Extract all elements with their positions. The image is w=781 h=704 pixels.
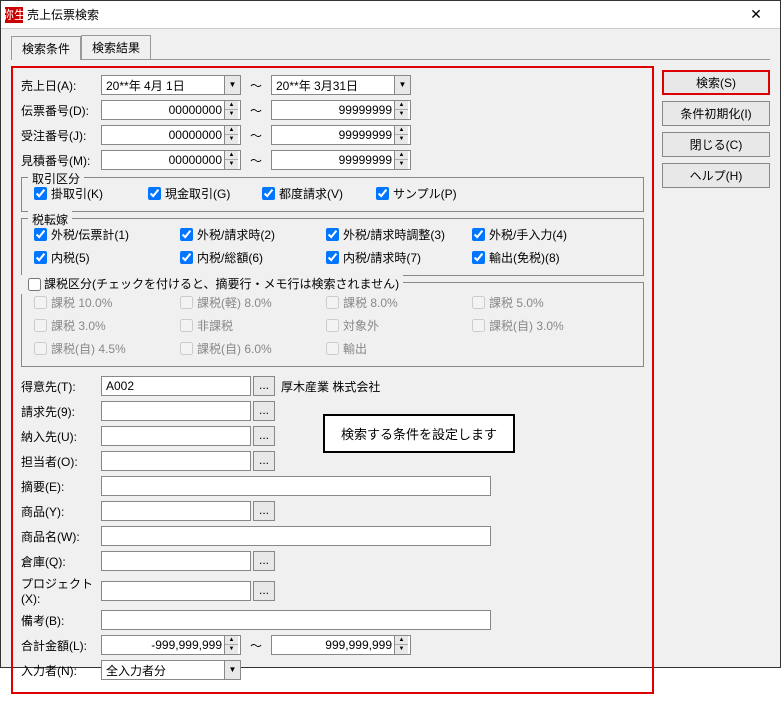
cb-cls-10: 課税(自) 6.0%	[176, 339, 308, 358]
spinner-icon[interactable]: ▲▼	[394, 126, 408, 144]
warehouse-field[interactable]	[101, 551, 251, 571]
summary-field[interactable]	[101, 476, 491, 496]
label-customer: 得意先(T):	[21, 378, 101, 395]
action-buttons: 検索(S) 条件初期化(I) 閉じる(C) ヘルプ(H)	[662, 66, 770, 694]
tab-search-results[interactable]: 検索結果	[81, 35, 151, 59]
label-slip-no: 伝票番号(D):	[21, 102, 101, 119]
help-button[interactable]: ヘルプ(H)	[662, 163, 770, 188]
group-deal-type: 取引区分 掛取引(K) 現金取引(G) 都度請求(V) サンプル(P)	[21, 177, 644, 212]
order-no-from[interactable]: 00000000▲▼	[101, 125, 241, 145]
window-title: 売上伝票検索	[27, 6, 736, 23]
range-separator: ～	[241, 77, 271, 94]
spinner-icon[interactable]: ▲▼	[224, 101, 238, 119]
remarks-field[interactable]	[101, 610, 491, 630]
tab-bar: 検索条件 検索結果	[1, 29, 780, 59]
lookup-button[interactable]: ...	[253, 501, 275, 521]
cb-tax-7[interactable]: 内税/請求時(7)	[322, 248, 454, 267]
person-field[interactable]	[101, 451, 251, 471]
cb-cls-5: 課税 3.0%	[30, 316, 162, 335]
est-no-from[interactable]: 00000000▲▼	[101, 150, 241, 170]
slip-no-to[interactable]: 99999999▲▼	[271, 100, 411, 120]
label-sales-date: 売上日(A):	[21, 77, 101, 94]
product-field[interactable]	[101, 501, 251, 521]
cb-cls-11: 輸出	[322, 339, 454, 358]
search-form: 売上日(A): 20**年 4月 1日▼ ～ 20**年 3月31日▼ 伝票番号…	[11, 66, 654, 694]
cb-tax-8[interactable]: 輸出(免税)(8)	[468, 248, 600, 267]
cb-genkin[interactable]: 現金取引(G)	[144, 184, 244, 203]
label-estimate-no: 見積番号(M):	[21, 152, 101, 169]
dropdown-icon[interactable]: ▼	[224, 661, 240, 679]
delivto-field[interactable]	[101, 426, 251, 446]
entrant-select[interactable]: 全入力者分▼	[101, 660, 241, 680]
lookup-button[interactable]: ...	[253, 376, 275, 396]
customer-name-readout: 厚木産業 株式会社	[281, 378, 380, 395]
sales-date-to[interactable]: 20**年 3月31日▼	[271, 75, 411, 95]
total-from[interactable]: -999,999,999▲▼	[101, 635, 241, 655]
label-product: 商品(Y):	[21, 503, 101, 520]
billto-field[interactable]	[101, 401, 251, 421]
group-tax-class: 課税区分(チェックを付けると、摘要行・メモ行は検索されません) 課税 10.0%…	[21, 282, 644, 367]
label-warehouse: 倉庫(Q):	[21, 553, 101, 570]
lookup-button[interactable]: ...	[253, 401, 275, 421]
label-person: 担当者(O):	[21, 453, 101, 470]
titlebar: 弥生 売上伝票検索 ✕	[1, 1, 780, 29]
cb-tax-3[interactable]: 外税/請求時調整(3)	[322, 225, 454, 244]
spinner-icon[interactable]: ▲▼	[394, 636, 408, 654]
cb-cls-9: 課税(自) 4.5%	[30, 339, 162, 358]
slip-no-from[interactable]: 00000000▲▼	[101, 100, 241, 120]
cb-tsudo[interactable]: 都度請求(V)	[258, 184, 358, 203]
lookup-button[interactable]: ...	[253, 551, 275, 571]
cb-cls-1: 課税 10.0%	[30, 293, 162, 312]
dropdown-icon[interactable]: ▼	[394, 76, 410, 94]
label-entrant: 入力者(N):	[21, 662, 101, 679]
spinner-icon[interactable]: ▲▼	[224, 151, 238, 169]
spinner-icon[interactable]: ▲▼	[224, 636, 238, 654]
cb-tax-class-enable[interactable]: 課税区分(チェックを付けると、摘要行・メモ行は検索されません)	[20, 275, 403, 294]
callout-box: 検索する条件を設定します	[323, 414, 515, 453]
lookup-button[interactable]: ...	[253, 451, 275, 471]
project-field[interactable]	[101, 581, 251, 601]
tab-search-conditions[interactable]: 検索条件	[11, 36, 81, 60]
total-to[interactable]: 999,999,999▲▼	[271, 635, 411, 655]
group-tax-shift: 税転嫁 外税/伝票計(1) 外税/請求時(2) 外税/請求時調整(3) 外税/手…	[21, 218, 644, 276]
app-logo-icon: 弥生	[5, 7, 23, 23]
cb-cls-3: 課税 8.0%	[322, 293, 454, 312]
label-product-name: 商品名(W):	[21, 528, 101, 545]
cb-cls-7: 対象外	[322, 316, 454, 335]
customer-code-field[interactable]: A002	[101, 376, 251, 396]
dropdown-icon[interactable]: ▼	[224, 76, 240, 94]
reset-button[interactable]: 条件初期化(I)	[662, 101, 770, 126]
spinner-icon[interactable]: ▲▼	[394, 101, 408, 119]
sales-date-from[interactable]: 20**年 4月 1日▼	[101, 75, 241, 95]
close-button[interactable]: 閉じる(C)	[662, 132, 770, 157]
spinner-icon[interactable]: ▲▼	[394, 151, 408, 169]
lookup-button[interactable]: ...	[253, 426, 275, 446]
est-no-to[interactable]: 99999999▲▼	[271, 150, 411, 170]
svg-text:弥生: 弥生	[5, 7, 23, 22]
label-delivto: 納入先(U):	[21, 428, 101, 445]
search-button[interactable]: 検索(S)	[662, 70, 770, 95]
cb-cls-4: 課税 5.0%	[468, 293, 600, 312]
spinner-icon[interactable]: ▲▼	[224, 126, 238, 144]
cb-tax-4[interactable]: 外税/手入力(4)	[468, 225, 600, 244]
cb-sample[interactable]: サンプル(P)	[372, 184, 472, 203]
product-name-field[interactable]	[101, 526, 491, 546]
cb-cls-8: 課税(自) 3.0%	[468, 316, 600, 335]
label-order-no: 受注番号(J):	[21, 127, 101, 144]
label-project: プロジェクト(X):	[21, 575, 101, 606]
cb-tax-2[interactable]: 外税/請求時(2)	[176, 225, 308, 244]
cb-cls-6: 非課税	[176, 316, 308, 335]
label-remarks: 備考(B):	[21, 612, 101, 629]
order-no-to[interactable]: 99999999▲▼	[271, 125, 411, 145]
label-total: 合計金額(L):	[21, 637, 101, 654]
label-billto: 請求先(9):	[21, 403, 101, 420]
cb-tax-5[interactable]: 内税(5)	[30, 248, 162, 267]
label-summary: 摘要(E):	[21, 478, 101, 495]
cb-tax-6[interactable]: 内税/総額(6)	[176, 248, 308, 267]
cb-cls-2: 課税(軽) 8.0%	[176, 293, 308, 312]
close-icon[interactable]: ✕	[736, 6, 776, 23]
lookup-button[interactable]: ...	[253, 581, 275, 601]
